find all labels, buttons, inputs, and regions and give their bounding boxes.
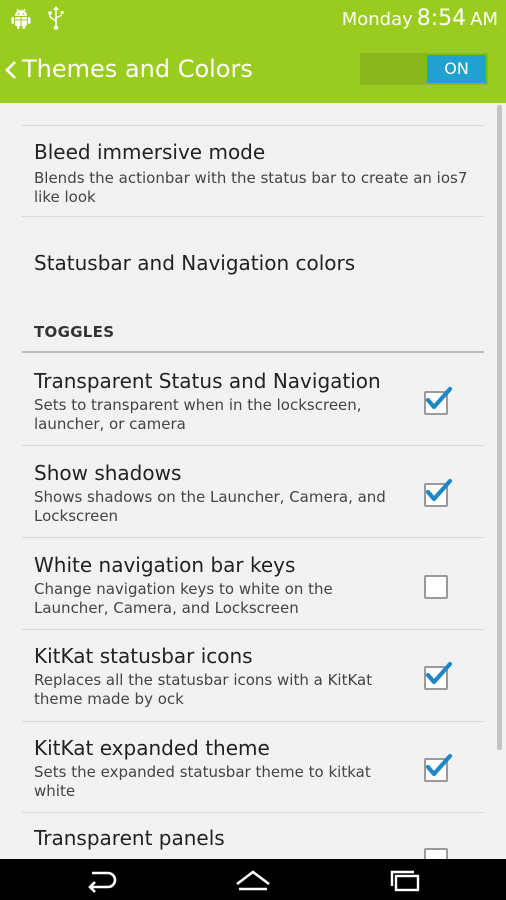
pref-summary: Replaces all the statusbar icons with a … (34, 671, 373, 708)
pref-show-shadows[interactable]: Show shadows Shows shadows on the Launch… (0, 446, 506, 537)
check-icon (425, 478, 453, 502)
pref-title: Transparent panels (34, 826, 225, 850)
pref-title: Transparent Status and Navigation Ba (34, 369, 389, 393)
pref-transparent-status-nav[interactable]: Transparent Status and Navigation Ba Set… (0, 353, 506, 445)
toggle-on-label: ON (427, 55, 486, 83)
checkbox[interactable] (424, 848, 448, 859)
pref-kitkat-expanded-theme[interactable]: KitKat expanded theme Sets the expanded … (0, 722, 506, 812)
status-ampm: AM (470, 9, 498, 30)
check-icon (425, 386, 453, 410)
recents-icon[interactable] (383, 867, 427, 893)
scrollbar[interactable] (497, 105, 502, 750)
master-toggle-switch[interactable]: ON (360, 53, 488, 85)
back-icon[interactable] (80, 867, 124, 893)
pref-white-nav-keys[interactable]: White navigation bar keys Change navigat… (0, 538, 506, 629)
navigation-bar (0, 859, 506, 900)
pref-title: Show shadows (34, 461, 182, 485)
pref-kitkat-statusbar-icons[interactable]: KitKat statusbar icons Replaces all the … (0, 630, 506, 721)
checkbox[interactable] (424, 575, 448, 599)
check-icon (425, 753, 453, 777)
usb-icon (48, 6, 64, 30)
page-title[interactable]: Themes and Colors (22, 55, 253, 83)
settings-list: Bleed immersive mode Blends the actionba… (0, 103, 506, 859)
pref-summary: Blends the actionbar with the status bar… (34, 169, 468, 206)
top-bar: Monday 8:54 AM Themes and Colors ON (0, 0, 506, 103)
pref-summary: Shows shadows on the Launcher, Camera, a… (34, 488, 386, 525)
pref-statusbar-navigation-colors[interactable]: Statusbar and Navigation colors (0, 217, 506, 309)
pref-bleed-immersive[interactable]: Bleed immersive mode Blends the actionba… (0, 126, 506, 216)
status-day: Monday (341, 9, 413, 30)
checkbox[interactable] (424, 478, 453, 507)
checkbox[interactable] (424, 386, 453, 415)
pref-summary: Sets the expanded statusbar theme to kit… (34, 763, 371, 800)
checkbox[interactable] (424, 661, 453, 690)
status-bar: Monday 8:54 AM (0, 0, 506, 38)
status-time: 8:54 (416, 6, 467, 31)
pref-summary: Change navigation keys to white on the L… (34, 580, 333, 617)
check-icon (425, 661, 453, 685)
pref-summary: Sets to transparent when in the lockscre… (34, 396, 362, 433)
chevron-left-icon[interactable] (3, 58, 19, 82)
section-header-toggles: TOGGLES (34, 323, 115, 341)
action-bar: Themes and Colors ON (0, 38, 506, 103)
checkbox[interactable] (424, 753, 453, 782)
pref-title: Statusbar and Navigation colors (34, 251, 356, 275)
pref-title: Bleed immersive mode (34, 140, 266, 164)
home-icon[interactable] (231, 867, 275, 893)
status-clock: Monday 8:54 AM (342, 6, 498, 31)
pref-title: KitKat statusbar icons (34, 644, 253, 668)
android-debug-icon (11, 8, 31, 29)
pref-transparent-panels[interactable]: Transparent panels (0, 813, 506, 859)
pref-title: KitKat expanded theme (34, 736, 270, 760)
pref-title: White navigation bar keys (34, 553, 296, 577)
